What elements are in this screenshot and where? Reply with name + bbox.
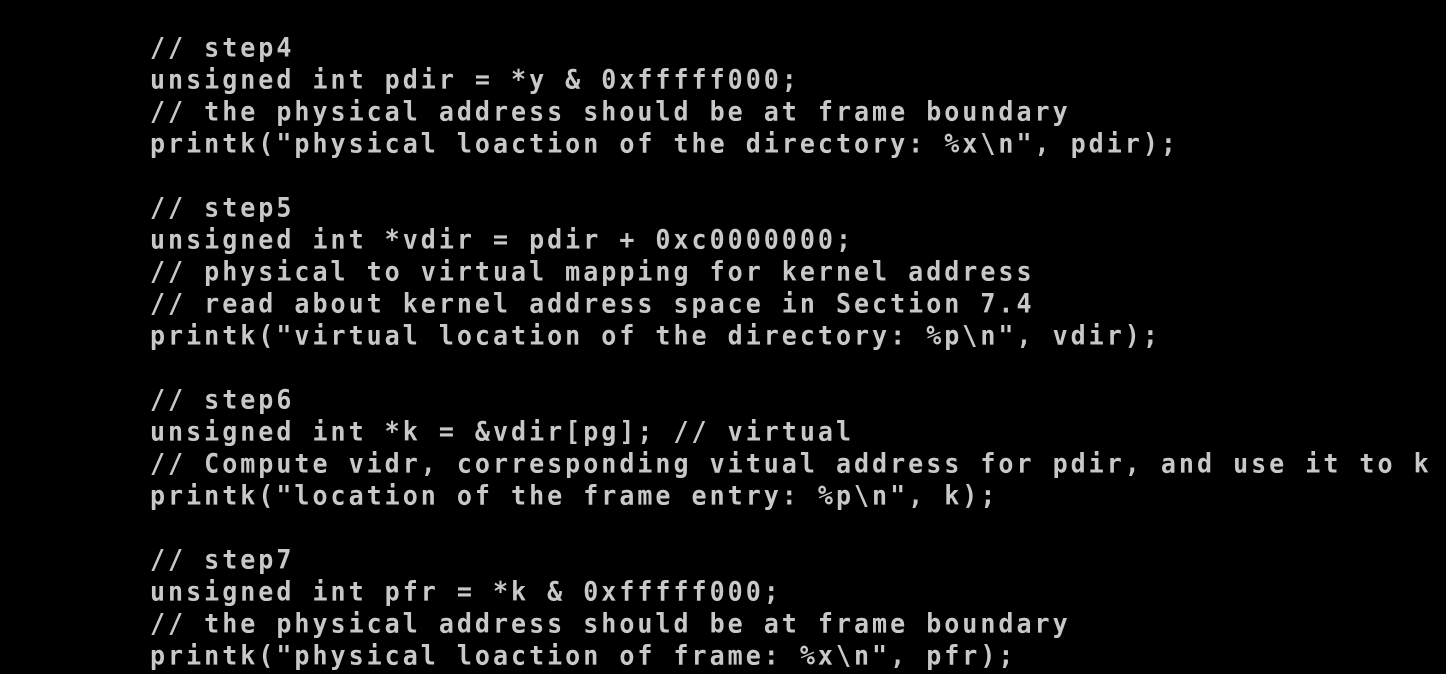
code-line: unsigned int *k = &vdir[pg]; // virtual <box>150 416 854 447</box>
code-listing: // step4 unsigned int pdir = *y & 0xffff… <box>150 32 1432 672</box>
code-line: // Compute vidr, corresponding vitual ad… <box>150 448 1432 479</box>
code-line: // step4 <box>150 32 295 63</box>
code-line: unsigned int *vdir = pdir + 0xc0000000; <box>150 224 854 255</box>
code-line: // read about kernel address space in Se… <box>150 288 1035 319</box>
code-line: printk("location of the frame entry: %p\… <box>150 480 999 511</box>
code-line: // physical to virtual mapping for kerne… <box>150 256 1035 287</box>
code-line: // step5 <box>150 192 295 223</box>
console-screen: // step4 unsigned int pdir = *y & 0xffff… <box>0 0 1446 674</box>
code-line: unsigned int pfr = *k & 0xfffff000; <box>150 576 782 607</box>
code-line: // the physical address should be at fra… <box>150 608 1071 639</box>
code-line: unsigned int pdir = *y & 0xfffff000; <box>150 64 800 95</box>
code-line: printk("physical loaction of frame: %x\n… <box>150 640 1017 671</box>
code-line: // step6 <box>150 384 295 415</box>
code-line: // step7 <box>150 544 295 575</box>
code-line: // the physical address should be at fra… <box>150 96 1071 127</box>
code-line: printk("physical loaction of the directo… <box>150 128 1179 159</box>
code-line: printk("virtual location of the director… <box>150 320 1161 351</box>
